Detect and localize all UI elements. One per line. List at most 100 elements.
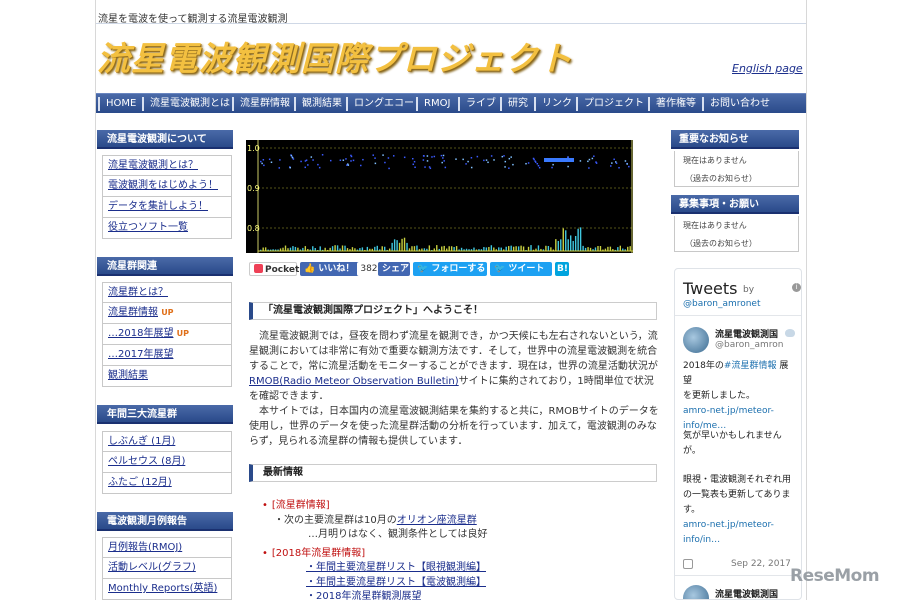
english-page-link[interactable]: English page: [732, 62, 803, 75]
tweet-author-name[interactable]: 流星電波観測国: [715, 587, 778, 599]
nav-live[interactable]: ライブ: [458, 97, 496, 111]
echo-point: [263, 164, 265, 167]
echo-point: [424, 166, 426, 168]
facebook-share-button[interactable]: シェア: [378, 262, 410, 276]
echo-point: [426, 160, 429, 162]
echo-point: [510, 156, 512, 158]
activity-bar: [567, 239, 569, 251]
nav-research[interactable]: 研究: [500, 97, 528, 111]
nav-long-echo[interactable]: ロングエコー: [346, 97, 414, 111]
echo-point: [262, 159, 265, 161]
echo-point: [470, 157, 473, 159]
echo-point: [462, 158, 464, 161]
twitter-handle-link[interactable]: @baron_amronet: [683, 299, 761, 309]
activity-bar: [607, 246, 609, 251]
tweet-author-name[interactable]: 流星電波観測国: [715, 327, 778, 340]
past-recruit-link[interactable]: （過去のお知らせ）: [685, 238, 757, 249]
echo-point: [567, 156, 569, 158]
nav-home[interactable]: HOME: [98, 97, 136, 111]
echo-point: [384, 161, 386, 164]
echo-point: [628, 165, 630, 168]
tweet-date[interactable]: Sep 22, 2017: [731, 559, 791, 569]
nav-about-radio[interactable]: 流星電波観測とは: [142, 97, 230, 111]
sidebar-item-activity-graph[interactable]: 活動レベル(グラフ): [102, 558, 232, 579]
twitter-timeline[interactable]: Tweets by @baron_amronet i 流星電波観測国 @baro…: [674, 268, 802, 600]
recruit-text: 現在はありません: [683, 221, 747, 230]
echo-point: [624, 160, 627, 162]
nav-copyright[interactable]: 著作権等: [648, 97, 696, 111]
sidebar-item-2018-outlook[interactable]: …2018年展望 UP: [102, 324, 232, 345]
echo-point: [579, 160, 582, 162]
echo-point: [292, 158, 295, 160]
sidebar-item-aggregate-data[interactable]: データを集計しよう！: [102, 197, 232, 218]
sidebar-item-2017-outlook[interactable]: …2017年展望: [102, 345, 232, 366]
echo-point: [588, 167, 590, 169]
sidebar-item-monthly-reports-en[interactable]: Monthly Reports(英語): [102, 579, 232, 600]
echo-point: [321, 154, 324, 156]
activity-bar: [627, 246, 629, 251]
activity-bar: [351, 247, 354, 251]
sidebar-item-start-radio[interactable]: 電波観測をはじめよう！: [102, 176, 232, 197]
site-logo[interactable]: 流星電波観測国際プロジェクト: [97, 32, 573, 80]
sidebar-item-perseids[interactable]: ペルセウス (8月): [102, 452, 232, 473]
sidebar-item-what-is-radio[interactable]: 流星電波観測とは？: [102, 155, 232, 176]
sidebar-item-shower-info[interactable]: 流星群情報 UP: [102, 303, 232, 324]
echo-point: [567, 165, 569, 168]
echo-point: [260, 160, 262, 163]
past-notices-link[interactable]: （過去のお知らせ）: [685, 173, 757, 184]
echo-point: [426, 155, 429, 157]
echo-point: [538, 166, 541, 169]
activity-bar: [376, 245, 378, 251]
echo-point: [591, 157, 594, 160]
echo-point: [467, 160, 469, 163]
activity-bar: [599, 246, 602, 251]
hatena-bookmark-button[interactable]: B!: [555, 262, 569, 276]
echo-point: [388, 167, 390, 170]
avatar[interactable]: [683, 327, 709, 353]
twitter-follow-button[interactable]: 🐦 フォローする: [413, 262, 487, 276]
echo-point: [360, 164, 362, 167]
activity-bar: [453, 247, 455, 251]
activity-bar: [381, 246, 383, 251]
echo-point: [512, 163, 514, 166]
sidebar-heading-major-showers: 年間三大流星群: [97, 405, 233, 424]
sidebar-item-quadrantids[interactable]: しぶんぎ (1月): [102, 431, 232, 452]
visual-list-link[interactable]: ・年間主要流星群リスト【眼視観測編】: [306, 562, 486, 573]
activity-bar: [517, 246, 520, 251]
tweet-button[interactable]: 🐦 ツイート: [490, 262, 552, 276]
nav-results[interactable]: 観測結果: [294, 97, 342, 111]
activity-bar: [530, 245, 532, 251]
nav-links[interactable]: リンク: [534, 97, 572, 111]
facebook-like-button[interactable]: 👍 いいね！ 382: [300, 262, 381, 276]
outlook-2018-link[interactable]: ・2018年流星群観測展望: [306, 591, 421, 600]
activity-bar: [498, 247, 500, 251]
orionids-link[interactable]: オリオン座流星群: [397, 515, 477, 526]
echo-point: [443, 160, 445, 162]
echo-point: [455, 158, 457, 160]
share-icon[interactable]: [683, 559, 693, 569]
echo-point: [347, 164, 350, 166]
pocket-button[interactable]: Pocket: [249, 262, 299, 276]
activity-bar: [609, 246, 612, 251]
nav-rmoj[interactable]: RMOJ: [416, 97, 450, 111]
echo-point: [268, 158, 271, 161]
activity-bar: [572, 240, 574, 251]
avatar[interactable]: [683, 585, 709, 599]
sidebar-item-geminids[interactable]: ふたご (12月): [102, 473, 232, 494]
activity-bar: [406, 242, 408, 251]
nav-project[interactable]: プロジェクト: [576, 97, 644, 111]
info-icon[interactable]: i: [792, 283, 801, 292]
activity-bar: [500, 247, 502, 251]
radio-list-link[interactable]: ・年間主要流星群リスト【電波観測編】: [306, 577, 486, 588]
sidebar-item-what-is-shower[interactable]: 流星群とは？: [102, 282, 232, 303]
sidebar-item-rmoj-report[interactable]: 月例報告(RMOJ): [102, 537, 232, 558]
sidebar-item-results[interactable]: 観測結果: [102, 366, 232, 387]
nav-shower-info[interactable]: 流星群情報: [232, 97, 290, 111]
activity-bar: [436, 245, 438, 251]
rmob-link[interactable]: RMOB(Radio Meteor Observation Bulletin): [249, 376, 459, 387]
activity-bar: [493, 247, 495, 251]
sidebar-item-software[interactable]: 役立つソフト一覧: [102, 218, 232, 239]
tweet-author-handle[interactable]: @baron_amron: [715, 340, 783, 350]
nav-contact[interactable]: お問い合わせ: [702, 97, 770, 111]
echo-point: [350, 155, 353, 158]
